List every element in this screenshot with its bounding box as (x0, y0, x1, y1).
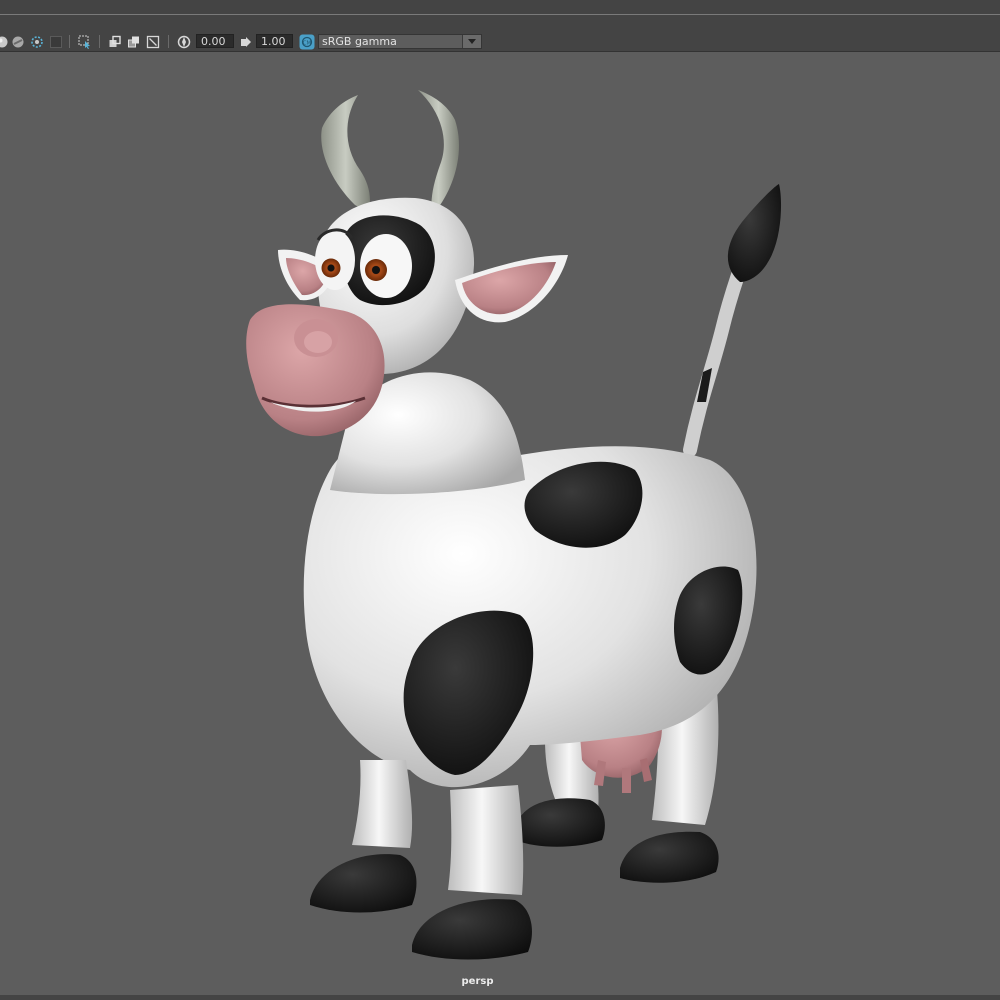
viewport-toolbar: 0.00 1.00 CM sRGB gamma (0, 32, 1000, 52)
3d-viewport[interactable]: persp (0, 52, 1000, 1000)
isolate-select-icon[interactable] (77, 34, 93, 49)
dropdown-button[interactable] (462, 35, 481, 48)
lighting-icon[interactable] (29, 34, 45, 49)
chevron-down-icon (468, 39, 476, 44)
toolbar-divider (168, 35, 169, 48)
toolbar-divider (69, 35, 70, 48)
textured-sphere-icon[interactable] (10, 34, 26, 49)
viewport-bottom-border (0, 995, 1000, 1000)
xray-icon[interactable] (107, 34, 123, 49)
color-space-label: sRGB gamma (322, 35, 397, 48)
toolbar-divider (99, 35, 100, 48)
wireframe-on-shaded-icon[interactable] (126, 34, 142, 49)
gamma-icon[interactable] (238, 34, 254, 49)
resolution-gate-icon[interactable] (145, 34, 161, 49)
color-management-icon[interactable]: CM (298, 33, 315, 50)
camera-label: persp (461, 976, 494, 987)
panel-header (0, 15, 1000, 32)
color-space-dropdown[interactable]: sRGB gamma (318, 34, 482, 49)
menu-bar (0, 0, 1000, 15)
exposure-icon[interactable] (176, 34, 192, 49)
display-toggle-icon[interactable] (48, 34, 64, 49)
shading-sphere-icon[interactable] (0, 34, 10, 49)
gamma-field[interactable]: 1.00 (256, 34, 293, 48)
svg-text:CM: CM (302, 40, 311, 46)
exposure-field[interactable]: 0.00 (196, 34, 234, 48)
cow-model[interactable] (0, 52, 1000, 1000)
